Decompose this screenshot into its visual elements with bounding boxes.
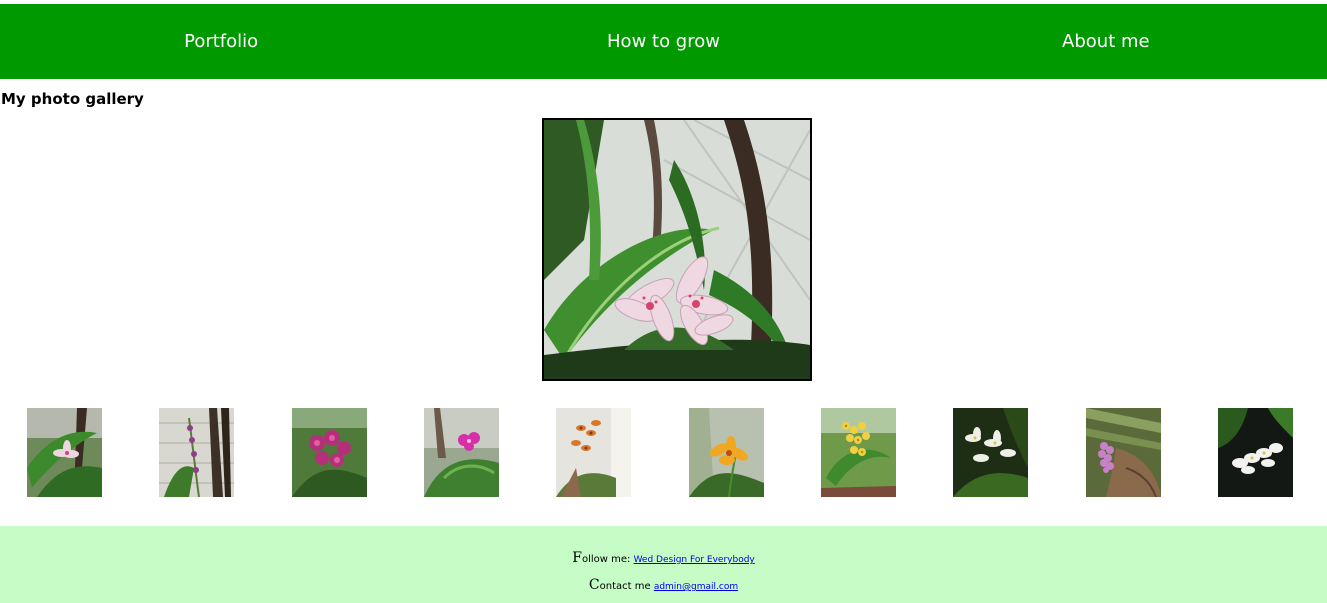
contact-email-link[interactable]: admin@gmail.com — [654, 582, 738, 592]
thumbnail-1[interactable] — [27, 408, 102, 497]
thumbnail-image — [424, 408, 499, 497]
thumbnail-5[interactable] — [556, 408, 631, 497]
follow-link[interactable]: Wed Design For Everybody — [634, 555, 755, 565]
thumbnail-image — [1218, 408, 1293, 497]
nav-link-about-me[interactable]: About me — [885, 4, 1327, 79]
page-footer: Follow me: Wed Design For Everybody Cont… — [0, 526, 1327, 603]
contact-line: Contact me admin@gmail.com — [0, 578, 1327, 594]
contact-label: ontact me — [599, 581, 654, 592]
gallery-heading: My photo gallery — [1, 90, 144, 108]
thumbnail-4[interactable] — [424, 408, 499, 497]
follow-line: Follow me: Wed Design For Everybody — [0, 551, 1327, 567]
top-navigation-bar: Portfolio How to grow About me — [0, 4, 1327, 79]
thumbnail-2[interactable] — [159, 408, 234, 497]
thumbnail-image — [556, 408, 631, 497]
thumbnail-image — [159, 408, 234, 497]
main-photo[interactable] — [542, 118, 812, 381]
main-photo-image — [544, 120, 810, 379]
thumbnail-8[interactable] — [953, 408, 1028, 497]
thumbnail-9[interactable] — [1086, 408, 1161, 497]
thumbnail-7[interactable] — [821, 408, 896, 497]
contact-drop-cap: C — [588, 577, 600, 593]
thumbnail-image — [689, 408, 764, 497]
thumbnail-6[interactable] — [689, 408, 764, 497]
thumbnail-image — [292, 408, 367, 497]
thumbnail-image — [953, 408, 1028, 497]
nav-link-portfolio[interactable]: Portfolio — [0, 4, 442, 79]
nav-link-how-to-grow[interactable]: How to grow — [442, 4, 884, 79]
thumbnail-10[interactable] — [1218, 408, 1293, 497]
follow-drop-cap: F — [572, 550, 582, 566]
thumbnail-3[interactable] — [292, 408, 367, 497]
thumbnail-image — [1086, 408, 1161, 497]
thumbnail-image — [27, 408, 102, 497]
thumbnail-image — [821, 408, 896, 497]
follow-label: ollow me: — [581, 554, 634, 565]
